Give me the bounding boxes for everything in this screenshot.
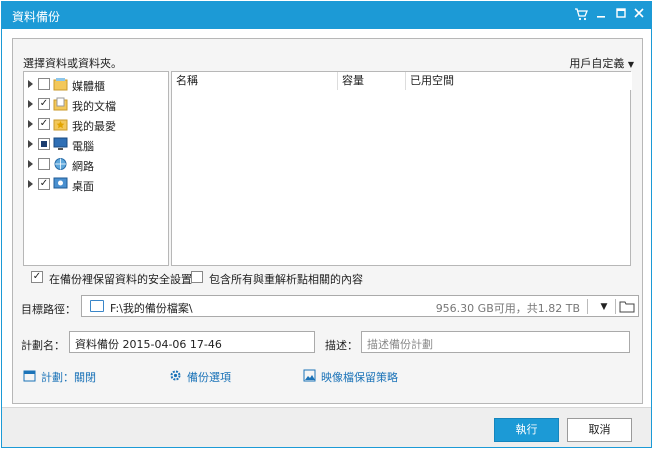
computer-icon <box>53 137 68 151</box>
image-icon <box>303 369 316 382</box>
keep-security-label: 在備份裡保留資料的安全設置 <box>49 273 192 286</box>
window-title: 資料備份 <box>12 10 61 24</box>
tree-label: 我的最愛 <box>72 120 116 133</box>
file-list[interactable]: 名稱 容量 已用空間 <box>171 71 632 266</box>
maximize-icon[interactable] <box>613 7 629 23</box>
tree-item-desktop[interactable]: ✓ 桌面 <box>28 176 166 194</box>
chevron-down-icon: ▼ <box>627 60 634 69</box>
destination-path: F:\我的備份檔案\ <box>110 302 193 315</box>
expand-icon[interactable] <box>28 100 33 108</box>
selection-hint: 選擇資料或資料夾。 <box>23 57 122 70</box>
tree-item-library[interactable]: 媒體櫃 <box>28 76 166 94</box>
favorites-icon <box>53 117 68 131</box>
tree-checkbox[interactable]: ✓ <box>38 178 50 190</box>
expand-icon[interactable] <box>28 80 33 88</box>
divider <box>587 299 588 314</box>
tree-checkbox[interactable] <box>38 138 50 150</box>
column-header-name[interactable]: 名稱 <box>172 72 338 90</box>
expand-icon[interactable] <box>28 120 33 128</box>
cancel-button[interactable]: 取消 <box>567 418 632 442</box>
expand-icon[interactable] <box>28 160 33 168</box>
tree-item-documents[interactable]: ✓ 我的文檔 <box>28 96 166 114</box>
folder-icon <box>90 300 104 312</box>
tree-checkbox[interactable]: ✓ <box>38 98 50 110</box>
tree-checkbox[interactable] <box>38 158 50 170</box>
tree-checkbox[interactable] <box>38 78 50 90</box>
tree-label: 網路 <box>72 160 94 173</box>
retention-label: 映像檔保留策略 <box>321 371 398 384</box>
tree-item-network[interactable]: 網路 <box>28 156 166 174</box>
desktop-icon <box>53 177 68 191</box>
title-bar: 資料備份 <box>2 2 651 29</box>
run-button[interactable]: 執行 <box>494 418 559 442</box>
source-panel: 選擇資料或資料夾。 用戶自定義 ▼ 媒體櫃 ✓ 我的文檔 ✓ 我的最愛 電腦 網… <box>12 38 643 404</box>
close-icon[interactable] <box>631 7 647 23</box>
tree-item-favorites[interactable]: ✓ 我的最愛 <box>28 116 166 134</box>
gear-icon <box>169 369 182 382</box>
cart-icon[interactable] <box>573 7 589 23</box>
minimize-icon[interactable] <box>593 7 609 23</box>
browse-folder-icon[interactable] <box>619 299 635 313</box>
backup-options-label: 備份選項 <box>187 371 231 384</box>
destination-field[interactable]: F:\我的備份檔案\ 956.30 GB可用，共1.82 TB ▼ <box>81 295 639 317</box>
include-reparse-label: 包含所有與重解析點相關的內容 <box>209 273 363 286</box>
destination-space: 956.30 GB可用，共1.82 TB <box>435 302 580 315</box>
tree-label: 我的文檔 <box>72 100 116 113</box>
column-header-size[interactable]: 容量 <box>338 72 406 90</box>
destination-label: 目標路徑： <box>21 303 76 316</box>
calendar-icon <box>23 369 36 382</box>
column-header-used[interactable]: 已用空間 <box>406 72 632 90</box>
tree-item-computer[interactable]: 電腦 <box>28 136 166 154</box>
plan-name-label: 計劃名： <box>21 339 65 352</box>
source-tree[interactable]: 媒體櫃 ✓ 我的文檔 ✓ 我的最愛 電腦 網路 ✓ 桌面 <box>23 71 169 266</box>
network-icon <box>53 157 68 171</box>
documents-icon <box>53 97 68 111</box>
expand-icon[interactable] <box>28 180 33 188</box>
tree-label: 桌面 <box>72 180 94 193</box>
chevron-down-icon[interactable]: ▼ <box>597 300 611 314</box>
plan-name-input[interactable]: 資料備份 2015-04-06 17-46 <box>69 331 315 353</box>
filter-dropdown[interactable]: 用戶自定義 ▼ <box>569 55 634 71</box>
tree-label: 電腦 <box>72 140 94 153</box>
expand-icon[interactable] <box>28 140 33 148</box>
description-input[interactable]: 描述備份計劃 <box>361 331 630 353</box>
schedule-link-label: 計劃：關閉 <box>41 371 96 384</box>
description-label: 描述： <box>325 339 358 352</box>
filter-label: 用戶自定義 <box>569 57 625 70</box>
include-reparse-checkbox[interactable] <box>191 271 203 283</box>
divider <box>615 299 616 314</box>
backup-window: 資料備份 選擇資料或資料夾。 用戶自定義 ▼ 媒體櫃 ✓ 我的文檔 ✓ 我的最愛… <box>1 1 652 448</box>
tree-label: 媒體櫃 <box>72 80 105 93</box>
footer: 執行 取消 <box>2 407 651 447</box>
tree-checkbox[interactable]: ✓ <box>38 118 50 130</box>
keep-security-checkbox[interactable]: ✓ <box>31 271 43 283</box>
library-icon <box>53 77 68 91</box>
